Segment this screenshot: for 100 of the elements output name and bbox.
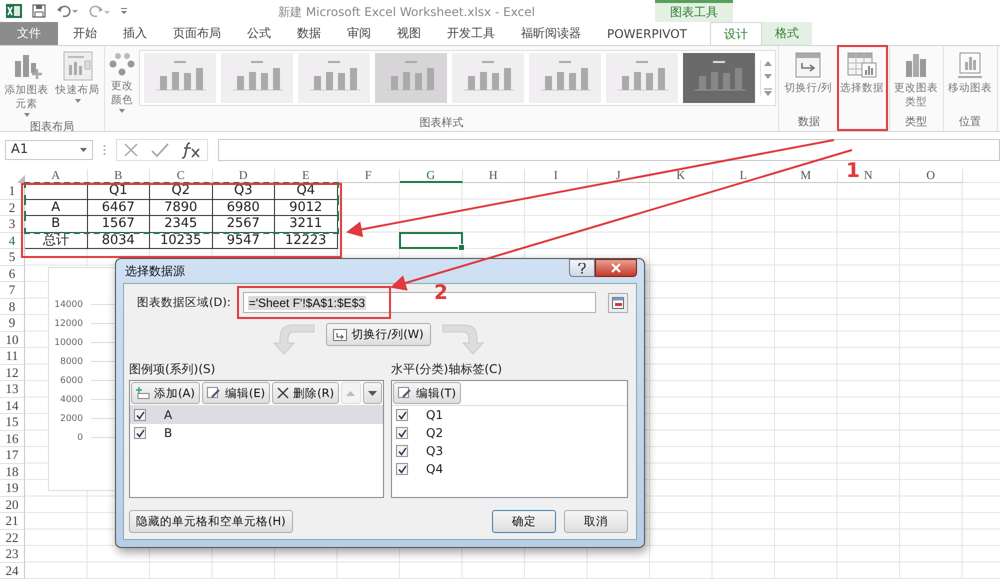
ribbon-tab[interactable]: 审阅	[334, 22, 384, 45]
column-header[interactable]: C	[150, 169, 212, 183]
layout-thumbnail-icon	[62, 51, 92, 81]
series-toolbar-button[interactable]: 编辑(E)	[202, 382, 270, 404]
chart-style-thumbnail[interactable]	[375, 53, 447, 103]
row-header[interactable]: 12	[0, 364, 25, 381]
row-header[interactable]: 9	[0, 315, 25, 332]
row-header[interactable]: 13	[0, 381, 25, 398]
column-header[interactable]: G	[400, 169, 462, 183]
chart-style-thumbnail[interactable]	[298, 53, 370, 103]
ribbon-button[interactable]: 选择数据	[838, 49, 886, 97]
ribbon-button[interactable]: 快速布局	[53, 49, 102, 105]
check-icon[interactable]	[151, 142, 169, 158]
checkbox[interactable]	[396, 445, 408, 457]
more-icon[interactable]	[764, 88, 772, 96]
row-header[interactable]: 14	[0, 398, 25, 414]
table-chart-icon	[847, 51, 877, 79]
checkbox[interactable]	[134, 409, 146, 421]
ribbon-tab[interactable]: 开发工具	[434, 22, 508, 45]
ribbon-button[interactable]: 更改颜色	[107, 49, 137, 115]
down-arrow-icon	[368, 390, 377, 396]
row-header[interactable]: 24	[0, 562, 25, 579]
series-toolbar-button[interactable]: 添加(A)	[131, 382, 200, 404]
ribbon-tab[interactable]: POWERPIVOT	[594, 22, 700, 45]
move-down-button[interactable]	[362, 382, 382, 404]
chart-style-thumbnail[interactable]	[683, 53, 755, 103]
chart-style-thumbnail[interactable]	[452, 53, 524, 103]
hidden-cells-button[interactable]: 隐藏的单元格和空单元格(H)	[129, 510, 293, 533]
series-list-item[interactable]: A	[130, 406, 383, 424]
column-header[interactable]: H	[462, 169, 525, 183]
row-header[interactable]: 5	[0, 249, 25, 266]
category-name: Q4	[426, 462, 444, 476]
row-header[interactable]: 17	[0, 447, 25, 464]
ribbon-tab[interactable]: 插入	[110, 22, 160, 45]
ok-button[interactable]: 确定	[492, 510, 556, 533]
row-header[interactable]: 19	[0, 480, 25, 496]
column-header[interactable]: L	[712, 169, 775, 183]
category-name: Q3	[426, 444, 444, 458]
edit-axis-button[interactable]: 编辑(T)	[393, 382, 461, 404]
row-header[interactable]: 21	[0, 513, 25, 530]
row-header[interactable]: 15	[0, 414, 25, 430]
ribbon-tab[interactable]: 福昕阅读器	[508, 22, 594, 45]
redo-icon[interactable]	[88, 4, 110, 18]
checkbox[interactable]	[134, 427, 146, 439]
chart-style-thumbnail[interactable]	[606, 53, 678, 103]
row-header[interactable]: 18	[0, 464, 25, 480]
ribbon-tab[interactable]: 数据	[284, 22, 334, 45]
name-box[interactable]: A1	[5, 140, 93, 160]
series-toolbar-button[interactable]: 删除(R)	[272, 382, 340, 404]
function-icon[interactable]	[181, 140, 201, 158]
column-header[interactable]: B	[88, 169, 150, 183]
column-header[interactable]: O	[900, 169, 962, 183]
column-header[interactable]: F	[338, 169, 400, 183]
ribbon-button[interactable]: 更改图表类型	[892, 49, 940, 111]
chart-style-thumbnail[interactable]	[221, 53, 293, 103]
series-label: 图例项(系列)(S)	[129, 361, 216, 378]
help-button[interactable]	[569, 259, 595, 277]
row-header[interactable]: 10	[0, 332, 25, 348]
checkbox[interactable]	[396, 409, 408, 421]
ribbon-tab[interactable]: 公式	[234, 22, 284, 45]
customize-toolbar-icon[interactable]	[120, 6, 128, 16]
axis-tick-label: 6000	[59, 376, 83, 386]
cancel-button[interactable]: 取消	[564, 510, 628, 533]
close-button[interactable]	[595, 259, 637, 277]
switch-row-column-button[interactable]: 切换行/列(W)	[326, 323, 431, 346]
row-header[interactable]: 6	[0, 266, 25, 282]
chart-style-thumbnail[interactable]	[529, 53, 601, 103]
ribbon-tab[interactable]: 视图	[384, 22, 434, 45]
row-header[interactable]: 16	[0, 430, 25, 447]
range-picker-button[interactable]	[608, 292, 628, 312]
checkbox[interactable]	[396, 427, 408, 439]
chart-style-thumbnail[interactable]	[144, 53, 216, 103]
save-icon[interactable]	[32, 4, 46, 18]
formula-input[interactable]	[218, 138, 1000, 160]
checkbox[interactable]	[396, 463, 408, 475]
series-list-item[interactable]: B	[130, 424, 383, 442]
table-cell: 2567	[212, 216, 275, 232]
row-header[interactable]: 11	[0, 348, 25, 364]
ribbon-tab[interactable]: 格式	[762, 22, 812, 45]
column-header[interactable]: D	[212, 169, 275, 183]
column-header[interactable]: M	[775, 169, 838, 183]
axis-tick-label: 8000	[59, 356, 83, 366]
undo-icon[interactable]	[56, 4, 78, 18]
ribbon-button[interactable]: 移动图表	[946, 49, 994, 97]
row-header[interactable]: 22	[0, 530, 25, 546]
row-header[interactable]: 23	[0, 546, 25, 562]
table-cell: 7890	[150, 200, 212, 216]
ribbon-tab[interactable]: 设计	[710, 22, 762, 45]
row-header[interactable]: 8	[0, 298, 25, 315]
row-header[interactable]: 7	[0, 282, 25, 298]
scroll-up-icon[interactable]	[764, 60, 772, 66]
column-header[interactable]: K	[650, 169, 712, 183]
cancel-icon[interactable]	[123, 142, 139, 158]
ribbon-tab[interactable]: 开始	[60, 22, 110, 45]
row-header[interactable]: 20	[0, 496, 25, 513]
column-header[interactable]: I	[525, 169, 588, 183]
ribbon-button[interactable]: 切换行/列	[781, 49, 836, 97]
scroll-down-icon[interactable]	[764, 74, 772, 80]
ribbon-tab[interactable]: 页面布局	[160, 22, 234, 45]
ribbon-button[interactable]: 添加图表元素	[2, 49, 51, 119]
